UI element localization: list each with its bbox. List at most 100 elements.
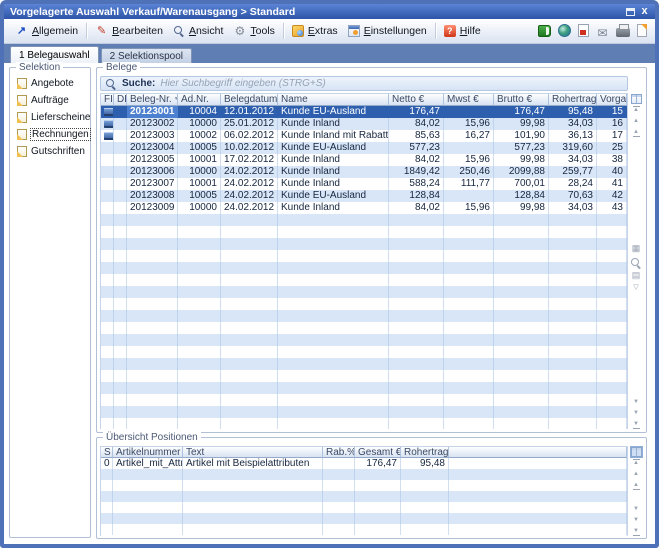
column-chooser-icon[interactable]: [631, 94, 642, 104]
restore-window-icon[interactable]: [626, 8, 635, 16]
cell-ad_nr: 10000: [178, 118, 221, 130]
titlebar[interactable]: Vorgelagerte Auswahl Verkauf/Warenausgan…: [4, 4, 655, 19]
page-up-icon[interactable]: [630, 481, 643, 490]
scroll-bottom-icon[interactable]: [630, 527, 643, 536]
selektion-item-aufträge[interactable]: Aufträge: [17, 95, 87, 106]
column-header-ad-nr[interactable]: Ad.Nr.: [178, 94, 221, 106]
cell: [494, 298, 549, 310]
tab-2-selektionspool[interactable]: 2 Selektionspool: [101, 48, 192, 63]
column-header-rab[interactable]: Rab.%: [323, 447, 355, 458]
scroll-top-icon[interactable]: [630, 106, 643, 115]
selektion-item-gutschriften[interactable]: Gutschriften: [17, 146, 87, 157]
note-icon: [17, 95, 27, 106]
column-header-mwst[interactable]: Mwst €: [444, 94, 494, 106]
column-header-vorgang[interactable]: Vorgang: [597, 94, 627, 106]
cell: [401, 491, 449, 502]
column-chooser-icon[interactable]: [631, 447, 642, 457]
menu-item-bearbeiten[interactable]: Bearbeiten: [90, 23, 168, 40]
cell-ad_nr: 10004: [178, 106, 221, 118]
print-icon[interactable]: [616, 28, 630, 37]
column-header-rohertrag[interactable]: Rohertrag €: [549, 94, 597, 106]
column-header-artikelnummer[interactable]: Artikelnummer: [113, 447, 183, 458]
belege-row[interactable]: 201230071000124.02.2012 /FrKunde Inland5…: [101, 178, 627, 190]
belege-row[interactable]: 201230081000524.02.2012 /FrKunde EU-Ausl…: [101, 190, 627, 202]
cell: [494, 322, 549, 334]
menu-item-extras[interactable]: Extras: [287, 23, 343, 39]
column-header-netto[interactable]: Netto €: [389, 94, 444, 106]
column-header-brutto[interactable]: Brutto €: [494, 94, 549, 106]
column-header-beleg-nr[interactable]: Beleg-Nr.: [127, 94, 178, 106]
page-up-icon[interactable]: [630, 128, 643, 137]
list-icon[interactable]: [630, 270, 642, 280]
column-header-rohertrag[interactable]: Rohertrag €: [401, 447, 449, 458]
email-icon[interactable]: [596, 24, 609, 37]
scroll-up-icon[interactable]: [630, 117, 643, 126]
zoom-icon[interactable]: [630, 257, 643, 266]
cell: [444, 298, 494, 310]
selektion-item-lieferscheine[interactable]: Lieferscheine: [17, 112, 87, 123]
belege-row[interactable]: 201230011000412.01.2012 /DoKunde EU-Ausl…: [101, 106, 627, 118]
scroll-down-icon[interactable]: [630, 505, 643, 514]
column-header-blank[interactable]: [449, 447, 627, 458]
column-header-dr[interactable]: DR: [114, 94, 127, 106]
search-placeholder: Hier Suchbegriff eingeben (STRG+S): [160, 78, 325, 89]
pdf-export-icon[interactable]: [578, 24, 589, 37]
scroll-up-icon[interactable]: [630, 470, 643, 479]
page-down-icon[interactable]: [630, 516, 643, 525]
cell: [494, 310, 549, 322]
cell: [449, 502, 627, 513]
cell-mwst: 250,46: [444, 166, 494, 178]
globe-icon[interactable]: [558, 24, 571, 37]
column-header-fi[interactable]: FI: [101, 94, 114, 106]
scroll-top-icon[interactable]: [630, 459, 643, 468]
page-down-icon[interactable]: [630, 409, 643, 418]
cell: [597, 334, 627, 346]
menu-item-ansicht[interactable]: Ansicht: [168, 23, 228, 39]
cell: [597, 262, 627, 274]
grid-view-icon[interactable]: [630, 243, 642, 253]
menu-item-tools[interactable]: Tools: [228, 23, 280, 40]
cell-s: 0: [101, 458, 113, 469]
filter-icon[interactable]: [630, 284, 642, 292]
search-bar[interactable]: Suche: Hier Suchbegriff eingeben (STRG+S…: [100, 76, 628, 91]
column-header-text[interactable]: Text: [183, 447, 323, 458]
scroll-down-icon[interactable]: [630, 398, 643, 407]
empty-row: [101, 274, 627, 286]
column-header-s[interactable]: S: [101, 447, 113, 458]
position-row[interactable]: 0Artikel_mit_AttributenArtikel mit Beisp…: [101, 458, 627, 469]
column-header-belegdatum[interactable]: Belegdatum: [221, 94, 278, 106]
close-icon[interactable]: [640, 6, 649, 17]
cell-name: Kunde Inland: [278, 118, 389, 130]
menu-item-hilfe[interactable]: Hilfe: [439, 23, 486, 39]
cell-filler: [449, 458, 627, 469]
selektion-item-angebote[interactable]: Angebote: [17, 78, 87, 89]
empty-row: [101, 358, 627, 370]
column-header-gesamt[interactable]: Gesamt €: [355, 447, 401, 458]
cell-fi: [101, 166, 114, 178]
cell: [549, 238, 597, 250]
cell: [221, 226, 278, 238]
cell: [127, 370, 178, 382]
book-icon[interactable]: [538, 25, 551, 37]
tab-1-belegauswahl[interactable]: 1 Belegauswahl: [10, 46, 99, 63]
belege-row[interactable]: 201230061000024.02.2012 /FrKunde Inland1…: [101, 166, 627, 178]
menu-item-allgemein[interactable]: Allgemein: [10, 23, 83, 40]
belege-row[interactable]: 201230091000024.02.2012 /FrKunde Inland8…: [101, 202, 627, 214]
cell: [101, 322, 114, 334]
cell: [389, 310, 444, 322]
belege-row[interactable]: 201230031000206.02.2012 /MoKunde Inland …: [101, 130, 627, 142]
belege-nav-strip: [628, 93, 644, 429]
column-header-name[interactable]: Name: [278, 94, 389, 106]
cell: [178, 346, 221, 358]
cell: [127, 250, 178, 262]
belege-row[interactable]: 201230041000510.02.2012 /FrKunde EU-Ausl…: [101, 142, 627, 154]
selektion-item-rechnungen[interactable]: Rechnungen: [17, 129, 87, 140]
menu-item-einstellungen[interactable]: Einstellungen: [343, 23, 432, 39]
cell: [449, 469, 627, 480]
cell-mwst: 111,77: [444, 178, 494, 190]
scroll-bottom-icon[interactable]: [630, 420, 643, 429]
belege-row[interactable]: 201230051000117.02.2012 /FrKunde Inland8…: [101, 154, 627, 166]
belege-row[interactable]: 201230021000025.01.2012 /MiKunde Inland8…: [101, 118, 627, 130]
new-document-icon[interactable]: [637, 24, 647, 37]
cell: [101, 524, 113, 535]
